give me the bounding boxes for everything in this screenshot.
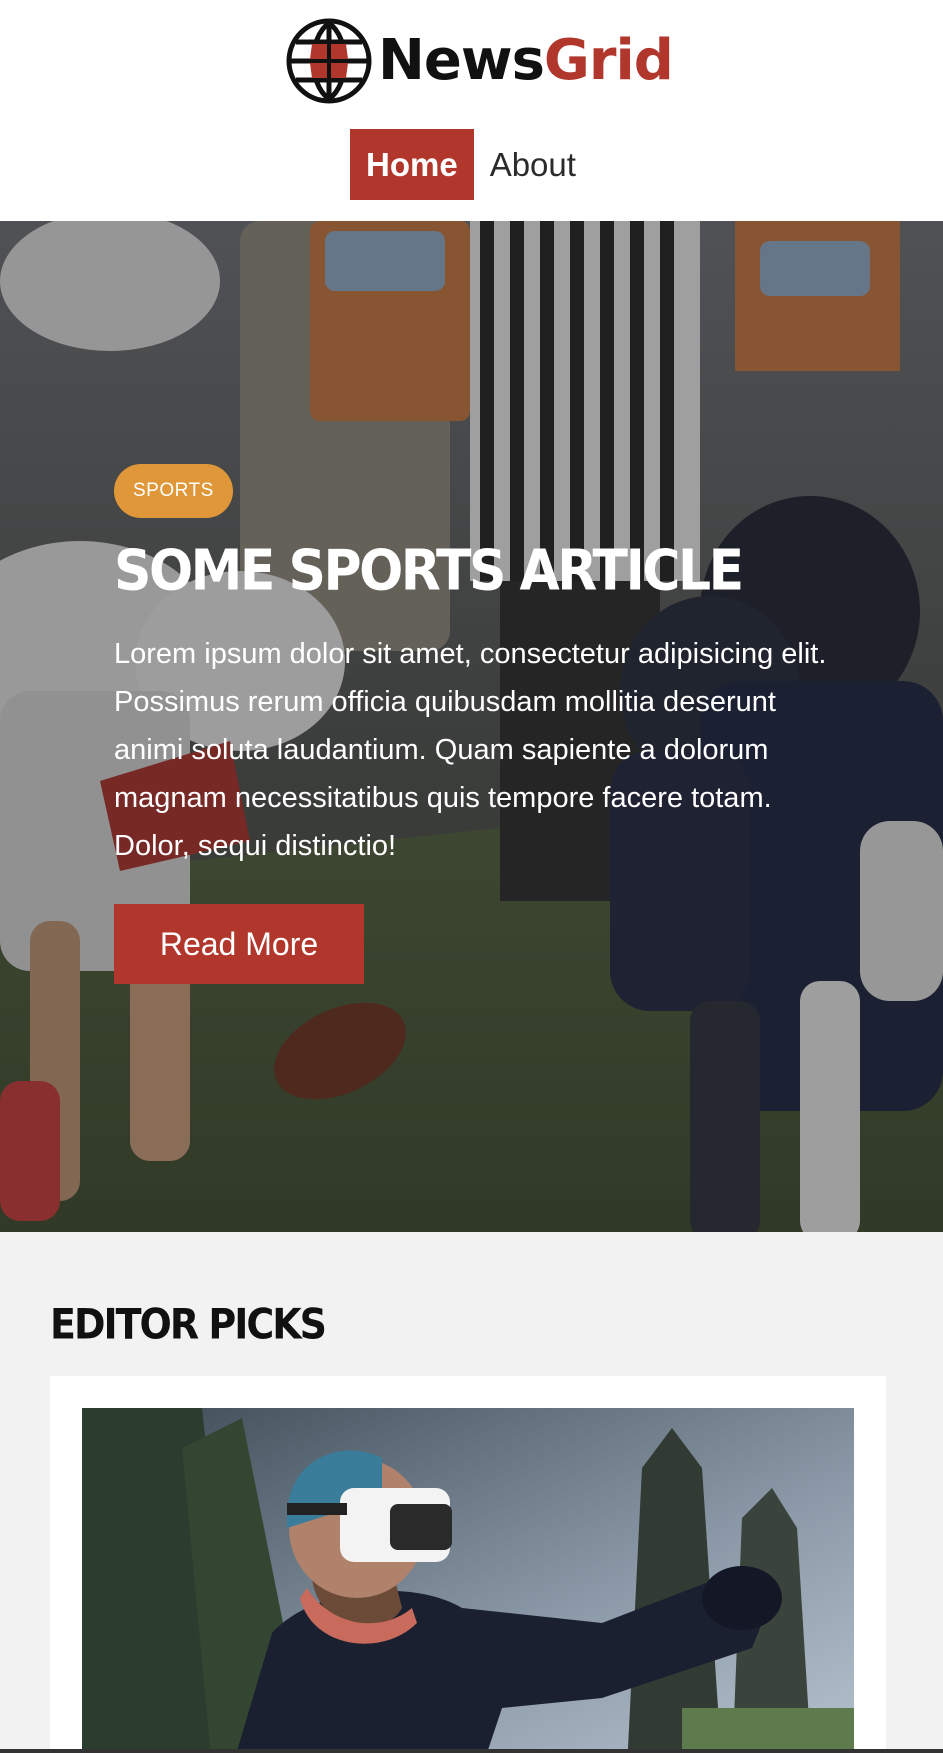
bottom-border (0, 1749, 943, 1753)
hero-body: Lorem ipsum dolor sit amet, consectetur … (114, 637, 827, 862)
editor-picks-heading: EDITOR PICKS (50, 1300, 327, 1349)
vr-headset-photo (82, 1408, 854, 1753)
hero-content: SPORTS SOME SPORTS ARTICLE Lorem ipsum d… (114, 464, 834, 984)
site-logo-text: NewsGrid (378, 33, 674, 89)
nav-home[interactable]: Home (350, 129, 474, 200)
logo-text-grid: Grid (543, 28, 674, 93)
category-badge[interactable]: SPORTS (114, 464, 233, 518)
main-nav: Home About (350, 129, 592, 200)
read-more-button[interactable]: Read More (114, 903, 364, 984)
nav-about[interactable]: About (474, 129, 592, 200)
hero-section: SPORTS SOME SPORTS ARTICLE Lorem ipsum d… (0, 221, 943, 1232)
logo-text-news: News (378, 28, 545, 93)
site-logo[interactable]: NewsGrid (286, 18, 674, 104)
card-image[interactable] (82, 1408, 854, 1753)
hero-title: SOME SPORTS ARTICLE (114, 538, 744, 604)
globe-icon (286, 18, 372, 104)
editor-pick-card[interactable] (50, 1376, 886, 1753)
site-header: NewsGrid Home About (0, 0, 943, 221)
